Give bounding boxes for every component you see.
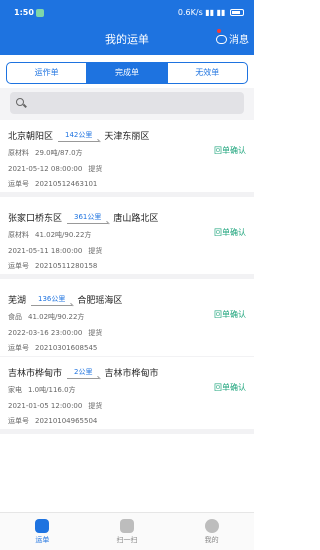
pickup-action: 提货 [88,165,103,173]
cargo-type: 原材料 [8,231,29,239]
unread-dot [217,29,221,33]
pickup-action: 提货 [88,329,103,337]
order-route: 张家口桥东区 361公里 唐山路北区 [8,211,159,225]
net-speed: 0.6K/s [177,8,203,17]
waybill-number: 20210104965504 [35,417,98,425]
waybill-icon [35,519,50,533]
cargo-line: 原材料 41.02吨/90.22方 [8,230,97,240]
time-line: 2022-03-16 23:00:00 提货 [8,328,108,338]
nav-label: 运单 [35,536,50,544]
cargo-line: 家电 1.0吨/116.0方 [8,385,82,395]
order-card[interactable]: 北京朝阳区 142公里 天津东丽区原材料 29.0吨/87.0方 2021-05-12 … [0,120,254,197]
nav-scan[interactable]: 扫一扫 [85,513,170,550]
message-label: 消息 [229,35,249,46]
nav-waybill[interactable]: 运单 [0,513,85,550]
time-line: 2021-05-12 08:00:00 提货 [8,164,108,174]
nav-profile[interactable]: 我的 [169,513,254,550]
distance: 142公里 [58,130,100,142]
distance: 2公里 [67,367,100,379]
message-button[interactable]: 消息 [216,29,249,46]
order-card[interactable]: 张家口桥东区 361公里 唐山路北区原材料 41.02吨/90.22方 2021-05-… [0,202,254,279]
top-bar: 1:50 0.6K/s ▮▮ ▮▮ 我的运单 消息 [0,0,254,55]
origin-city: 芜湖 [8,296,27,306]
waybill-label: 运单号 [8,417,29,425]
waybill-number: 20210301608545 [35,344,98,352]
origin-city: 张家口桥东区 [8,214,63,224]
destination-city: 唐山路北区 [113,214,159,224]
cargo-line: 原材料 29.0吨/87.0方 [8,148,89,158]
waybill-label: 运单号 [8,262,29,270]
nav-label: 我的 [204,536,219,544]
time-line: 2021-01-05 12:00:00 提货 [8,401,108,411]
bottom-nav: 运单 扫一扫 我的 [0,512,254,550]
order-card[interactable]: 芜湖 136公里 合肥瑶海区食品 41.02吨/90.22方 2022-03-16 23… [0,284,254,361]
receipt-confirm-status[interactable]: 回单确认 [214,309,246,320]
search-area [0,88,254,120]
pickup-action: 提货 [88,402,103,410]
receipt-confirm-status[interactable]: 回单确认 [214,227,246,238]
search-icon [16,98,24,106]
search-input[interactable] [10,92,244,114]
distance: 361公里 [67,212,109,224]
cargo-weight: 41.02吨/90.22方 [35,231,92,239]
waybill-label: 运单号 [8,180,29,188]
waybill-line: 运单号 20210511280158 [8,261,103,271]
cargo-line: 食品 41.02吨/90.22方 [8,312,90,322]
pickup-action: 提货 [88,247,103,255]
status-time: 1:50 [14,8,34,17]
order-route: 北京朝阳区 142公里 天津东丽区 [8,129,150,143]
app-notification-icon [36,9,44,17]
profile-icon [204,519,219,533]
pickup-datetime: 2021-05-12 08:00:00 [8,165,83,173]
waybill-line: 运单号 20210301608545 [8,343,103,353]
tab-in-progress[interactable]: 运作单 [7,63,88,83]
order-tabs: 运作单 完成单 无效单 [6,62,248,84]
destination-city: 天津东丽区 [104,132,150,142]
cargo-type: 家电 [8,386,22,394]
nav-label: 扫一扫 [116,536,138,544]
pickup-datetime: 2021-05-11 18:00:00 [8,247,83,255]
waybill-number: 20210512463101 [35,180,98,188]
order-card[interactable]: 吉林市桦甸市 2公里 吉林市桦甸市 家电 1.0吨/116.0方 2021-01-05 1… [0,357,254,434]
waybill-line: 运单号 20210512463101 [8,179,103,189]
destination-city: 吉林市桦甸市 [104,369,159,379]
distance: 136公里 [31,294,73,306]
origin-city: 吉林市桦甸市 [8,369,63,379]
order-route: 吉林市桦甸市 2公里 吉林市桦甸市 [8,366,159,380]
cargo-weight: 1.0吨/116.0方 [28,386,76,394]
status-bar: 1:50 0.6K/s ▮▮ ▮▮ [0,0,254,24]
signal-icon: ▮▮ ▮▮ [205,8,228,17]
receipt-confirm-status[interactable]: 回单确认 [214,382,246,393]
tab-invalid[interactable]: 无效单 [168,63,247,83]
receipt-confirm-status[interactable]: 回单确认 [214,145,246,156]
waybill-label: 运单号 [8,344,29,352]
origin-city: 北京朝阳区 [8,132,54,142]
destination-city: 合肥瑶海区 [77,296,123,306]
pickup-datetime: 2022-03-16 23:00:00 [8,329,83,337]
waybill-line: 运单号 20210104965504 [8,416,103,426]
cargo-type: 原材料 [8,149,29,157]
cargo-weight: 41.02吨/90.22方 [28,313,85,321]
status-right: 0.6K/s ▮▮ ▮▮ [178,8,244,17]
tab-completed[interactable]: 完成单 [87,63,168,83]
time-line: 2021-05-11 18:00:00 提货 [8,246,108,256]
cargo-weight: 29.0吨/87.0方 [35,149,83,157]
battery-icon [230,9,244,16]
chat-bubble-icon [216,35,227,44]
pickup-datetime: 2021-01-05 12:00:00 [8,402,83,410]
cargo-type: 食品 [8,313,22,321]
waybill-number: 20210511280158 [35,262,98,270]
scan-icon [120,519,134,533]
order-route: 芜湖 136公里 合肥瑶海区 [8,293,123,307]
